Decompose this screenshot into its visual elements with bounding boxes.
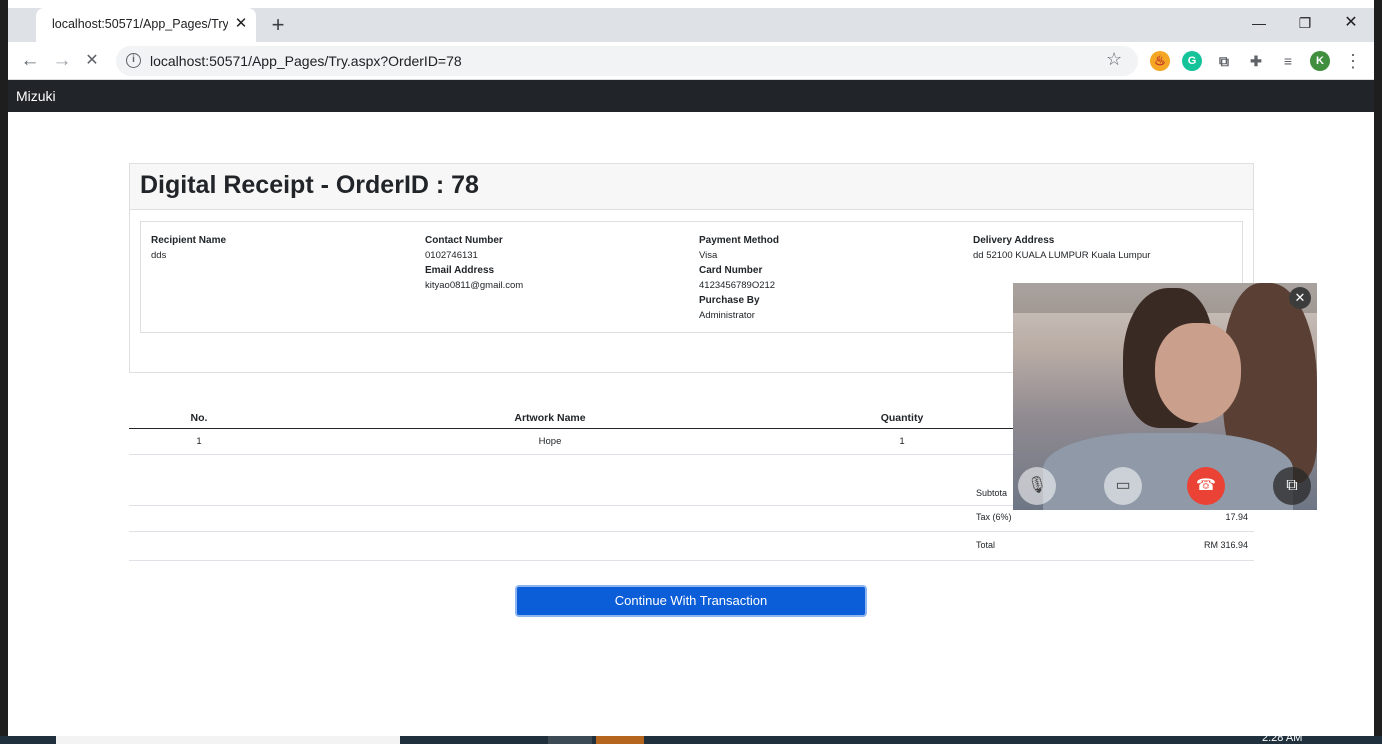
- row-no: 1: [196, 436, 202, 447]
- desktop-edge-right: [1374, 0, 1382, 744]
- profile-avatar[interactable]: K: [1310, 51, 1330, 71]
- continue-transaction-button[interactable]: Continue With Transaction: [515, 585, 867, 617]
- card-number-label: Card Number: [699, 265, 763, 276]
- desktop-edge-left: [0, 0, 8, 744]
- hang-up-icon[interactable]: ☎: [1187, 467, 1225, 505]
- camera-icon[interactable]: ▭: [1104, 467, 1142, 505]
- purchase-by-label: Purchase By: [699, 295, 760, 306]
- extension-fire-icon[interactable]: ♨: [1150, 51, 1170, 71]
- video-participant: [1043, 433, 1293, 510]
- microphone-icon[interactable]: 🎙: [1018, 467, 1056, 505]
- new-tab-button[interactable]: +: [266, 13, 290, 37]
- taskbar-search[interactable]: [56, 736, 400, 744]
- address-bar[interactable]: i localhost:50571/App_Pages/Try.aspx?Ord…: [116, 46, 1138, 76]
- pop-out-icon[interactable]: ⧉: [1273, 467, 1311, 505]
- tab-close-icon[interactable]: ✕: [232, 15, 250, 33]
- close-window-button[interactable]: ✕: [1328, 8, 1374, 38]
- email-value: kityao0811@gmail.com: [425, 280, 524, 291]
- site-info-icon[interactable]: i: [126, 53, 141, 68]
- row-artwork: Hope: [538, 436, 562, 447]
- minimize-button[interactable]: —: [1236, 8, 1282, 38]
- email-label: Email Address: [425, 265, 495, 276]
- contact-label: Contact Number: [425, 235, 503, 246]
- browser-window: localhost:50571/App_Pages/Try.a ✕ + — ❐ …: [8, 8, 1374, 736]
- column-header-quantity: Quantity: [880, 412, 924, 424]
- tax-value: 17.94: [1225, 512, 1248, 522]
- stop-loading-button[interactable]: ✕: [78, 47, 106, 75]
- recipient-column: Recipient Name dds: [151, 233, 411, 263]
- receipt-card-header: Digital Receipt - OrderID : 78: [130, 164, 1253, 210]
- total-label: Total: [976, 540, 996, 550]
- site-navbar: Mizuki: [8, 80, 1374, 112]
- tax-label: Tax (6%): [976, 512, 1012, 522]
- purchase-by-value: Administrator: [699, 310, 755, 321]
- back-button[interactable]: ←: [16, 47, 44, 75]
- url-text[interactable]: localhost:50571/App_Pages/Try.aspx?Order…: [150, 53, 462, 69]
- total-value: RM 316.94: [1203, 540, 1248, 550]
- payment-label: Payment Method: [699, 235, 780, 246]
- total-row: Total RM 316.94: [129, 532, 1254, 561]
- delivery-value: dd 52100 KUALA LUMPUR Kuala Lumpur: [973, 250, 1151, 261]
- recipient-label: Recipient Name: [151, 235, 227, 246]
- contact-value: 0102746131: [425, 250, 478, 261]
- recipient-value: dds: [151, 250, 167, 261]
- restore-button[interactable]: ❐: [1282, 8, 1328, 38]
- bookmark-star-icon[interactable]: ☆: [1106, 49, 1122, 70]
- tab-strip: localhost:50571/App_Pages/Try.a ✕ + — ❐ …: [8, 8, 1374, 42]
- grammarly-extension-icon[interactable]: G: [1182, 51, 1202, 71]
- page-title: Digital Receipt - OrderID : 78: [140, 171, 479, 199]
- browser-tab[interactable]: localhost:50571/App_Pages/Try.a ✕: [36, 8, 256, 42]
- payment-column: Payment Method Visa Card Number 41234567…: [699, 233, 959, 323]
- video-call-overlay[interactable]: ✕ 🎙 ▭ ☎ ⧉: [1013, 283, 1317, 510]
- contact-column: Contact Number 0102746131 Email Address …: [425, 233, 685, 293]
- column-header-artwork: Artwork Name: [514, 412, 586, 424]
- taskbar-app[interactable]: [596, 736, 644, 744]
- subtotal-label: Subtota: [976, 488, 1008, 498]
- browser-menu-icon[interactable]: ⋮: [1344, 49, 1362, 73]
- row-quantity: 1: [899, 436, 905, 447]
- payment-value: Visa: [699, 250, 718, 261]
- media-playlist-icon[interactable]: ≡: [1278, 51, 1298, 71]
- browser-toolbar: ← → ✕ i localhost:50571/App_Pages/Try.as…: [8, 42, 1374, 80]
- taskbar: 2:28 AM: [0, 732, 1382, 744]
- card-number-value: 4123456789O212: [699, 280, 776, 291]
- extensions-puzzle-icon[interactable]: ✚: [1246, 51, 1266, 71]
- close-icon[interactable]: ✕: [1289, 287, 1311, 309]
- video-participant: [1155, 323, 1241, 423]
- taskbar-app[interactable]: [548, 736, 592, 744]
- forward-button[interactable]: →: [48, 47, 76, 75]
- extension-copy-icon[interactable]: ⧉: [1214, 51, 1234, 71]
- delivery-column: Delivery Address dd 52100 KUALA LUMPUR K…: [973, 233, 1233, 263]
- site-brand-link[interactable]: Mizuki: [16, 88, 56, 104]
- tab-title: localhost:50571/App_Pages/Try.a: [52, 17, 228, 31]
- delivery-label: Delivery Address: [973, 235, 1055, 246]
- column-header-no: No.: [190, 412, 208, 424]
